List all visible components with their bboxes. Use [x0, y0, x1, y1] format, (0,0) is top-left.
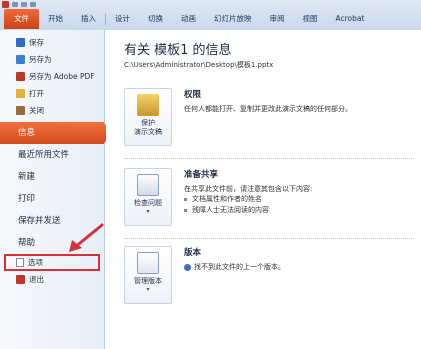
prepare-bullet: 残障人士无法阅读的内容	[184, 205, 414, 216]
tab-review[interactable]: 审阅	[261, 9, 294, 29]
exit-icon	[16, 275, 25, 284]
tab-slideshow[interactable]: 幻灯片放映	[205, 9, 261, 29]
protect-presentation-label: 保护 演示文稿	[134, 119, 162, 136]
check-issues-label: 检查问题	[134, 199, 162, 207]
tab-animations[interactable]: 动画	[172, 9, 205, 29]
tab-transitions[interactable]: 切换	[139, 9, 172, 29]
nav-recent[interactable]: 最近所用文件	[0, 144, 104, 166]
versions-section: 管理版本 ▾ 版本 找不到此文件的上一个版本。	[124, 246, 414, 308]
versions-desc-row: 找不到此文件的上一个版本。	[184, 262, 414, 272]
tab-insert[interactable]: 插入	[72, 9, 105, 29]
tab-file[interactable]: 文件	[4, 9, 39, 29]
pdf-icon	[16, 72, 25, 81]
quick-access-toolbar	[2, 0, 36, 9]
nav-print[interactable]: 打印	[0, 188, 104, 210]
lock-key-icon	[137, 94, 159, 116]
nav-close-label: 关闭	[29, 106, 44, 115]
prepare-heading: 准备共享	[184, 170, 219, 180]
qat-redo-icon[interactable]	[30, 2, 36, 7]
prepare-section: 检查问题 ▾ 准备共享 在共享此文件前，请注意其包含以下内容: 文档属性和作者的…	[124, 168, 414, 230]
backstage-nav: 保存 另存为 另存为 Adobe PDF 打开 关闭 信息 最近所用文件 新建 …	[0, 30, 110, 349]
annotation-arrow-icon	[69, 223, 104, 252]
prepare-desc: 在共享此文件前，请注意其包含以下内容:	[184, 185, 313, 193]
nav-open[interactable]: 打开	[0, 85, 104, 102]
nav-open-label: 打开	[29, 89, 44, 98]
chevron-down-icon: ▾	[146, 208, 150, 215]
page-title: 有关 模板1 的信息	[124, 43, 232, 58]
nav-save-as[interactable]: 另存为	[0, 51, 104, 68]
nav-exit[interactable]: 退出	[0, 271, 104, 288]
nav-new[interactable]: 新建	[0, 166, 104, 188]
close-doc-icon	[16, 106, 25, 115]
check-doc-icon	[137, 174, 159, 196]
save-icon	[16, 38, 25, 47]
check-issues-button[interactable]: 检查问题 ▾	[124, 168, 172, 226]
versions-doc-icon	[137, 252, 159, 274]
nav-save[interactable]: 保存	[0, 34, 104, 51]
file-path: C:\Users\Administrator\Desktop\模板1.pptx	[124, 61, 274, 69]
manage-versions-label: 管理版本	[134, 277, 162, 285]
chevron-down-icon: ▾	[146, 286, 150, 293]
prepare-bullet: 文档属性和作者的姓名	[184, 194, 414, 205]
open-folder-icon	[16, 89, 25, 98]
qat-save-icon[interactable]	[12, 2, 18, 7]
permissions-section: 保护 演示文稿 权限 任何人都能打开、复制并更改此演示文稿的任何部分。	[124, 88, 414, 150]
info-icon	[184, 263, 191, 271]
qat-undo-icon[interactable]	[21, 2, 27, 7]
info-panel: 有关 模板1 的信息 C:\Users\Administrator\Deskto…	[106, 30, 421, 349]
section-divider	[124, 238, 414, 239]
prepare-text: 准备共享 在共享此文件前，请注意其包含以下内容: 文档属性和作者的姓名 残障人士…	[184, 168, 414, 216]
versions-text: 版本 找不到此文件的上一个版本。	[184, 246, 414, 272]
tab-home[interactable]: 开始	[39, 9, 72, 29]
versions-heading: 版本	[184, 248, 202, 258]
permissions-text: 权限 任何人都能打开、复制并更改此演示文稿的任何部分。	[184, 88, 414, 114]
tab-design[interactable]: 设计	[106, 9, 139, 29]
nav-save-as-pdf-label: 另存为 Adobe PDF	[29, 72, 95, 81]
nav-options[interactable]: 选项	[4, 254, 100, 271]
nav-options-label: 选项	[28, 258, 43, 267]
nav-close[interactable]: 关闭	[0, 102, 104, 119]
nav-info[interactable]: 信息	[0, 122, 110, 144]
permissions-heading: 权限	[184, 90, 202, 100]
ribbon-bar: 文件 开始 插入 设计 切换 动画 幻灯片放映 审阅 视图 Acrobat	[0, 0, 421, 30]
nav-save-as-label: 另存为	[29, 55, 52, 64]
nav-save-label: 保存	[29, 38, 44, 47]
section-divider	[124, 158, 414, 159]
versions-desc: 找不到此文件的上一个版本。	[194, 263, 285, 271]
tab-acrobat[interactable]: Acrobat	[327, 9, 374, 29]
tab-view[interactable]: 视图	[294, 9, 327, 29]
powerpoint-app-icon[interactable]	[2, 1, 9, 8]
nav-exit-label: 退出	[29, 275, 44, 284]
nav-save-as-pdf[interactable]: 另存为 Adobe PDF	[0, 68, 104, 85]
permissions-desc: 任何人都能打开、复制并更改此演示文稿的任何部分。	[184, 105, 352, 113]
options-doc-icon	[16, 258, 24, 267]
save-as-icon	[16, 55, 25, 64]
protect-presentation-button[interactable]: 保护 演示文稿	[124, 88, 172, 146]
manage-versions-button[interactable]: 管理版本 ▾	[124, 246, 172, 304]
ribbon-tabs: 文件 开始 插入 设计 切换 动画 幻灯片放映 审阅 视图 Acrobat	[0, 9, 373, 29]
